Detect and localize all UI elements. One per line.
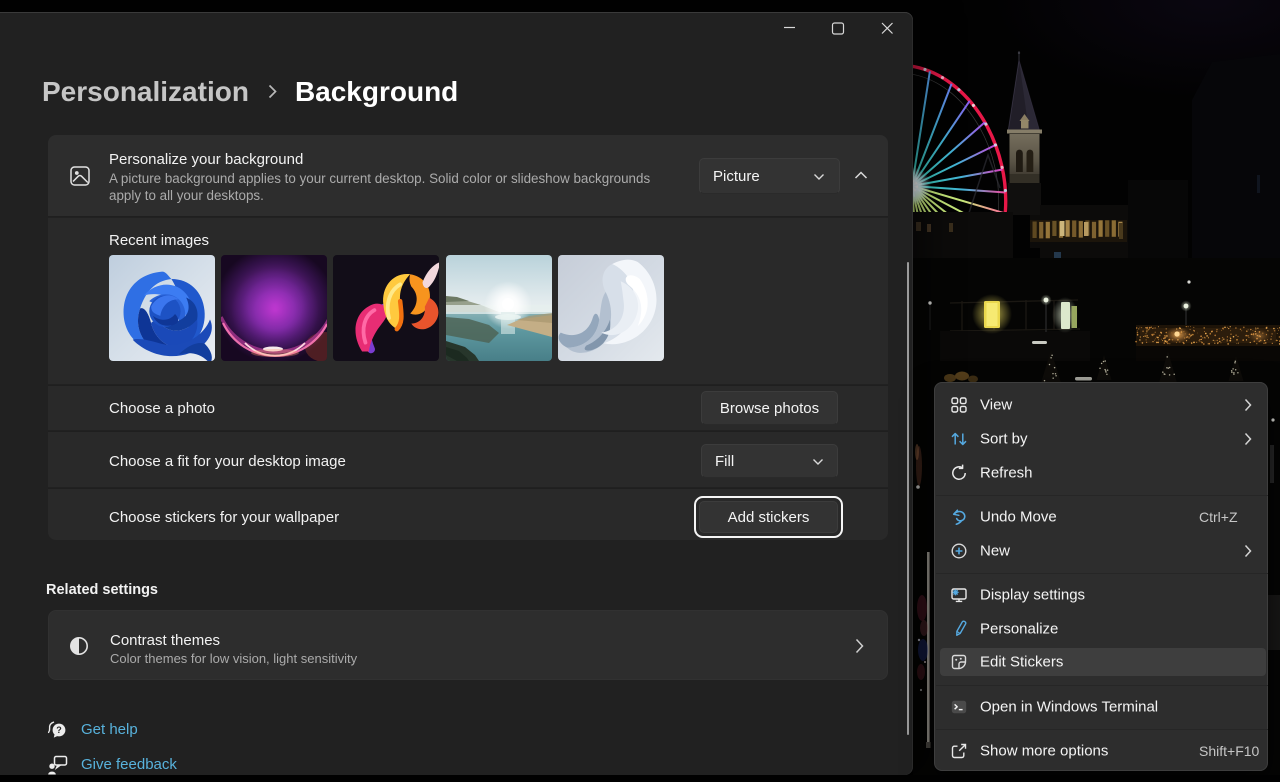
svg-text:?: ? bbox=[56, 725, 62, 735]
